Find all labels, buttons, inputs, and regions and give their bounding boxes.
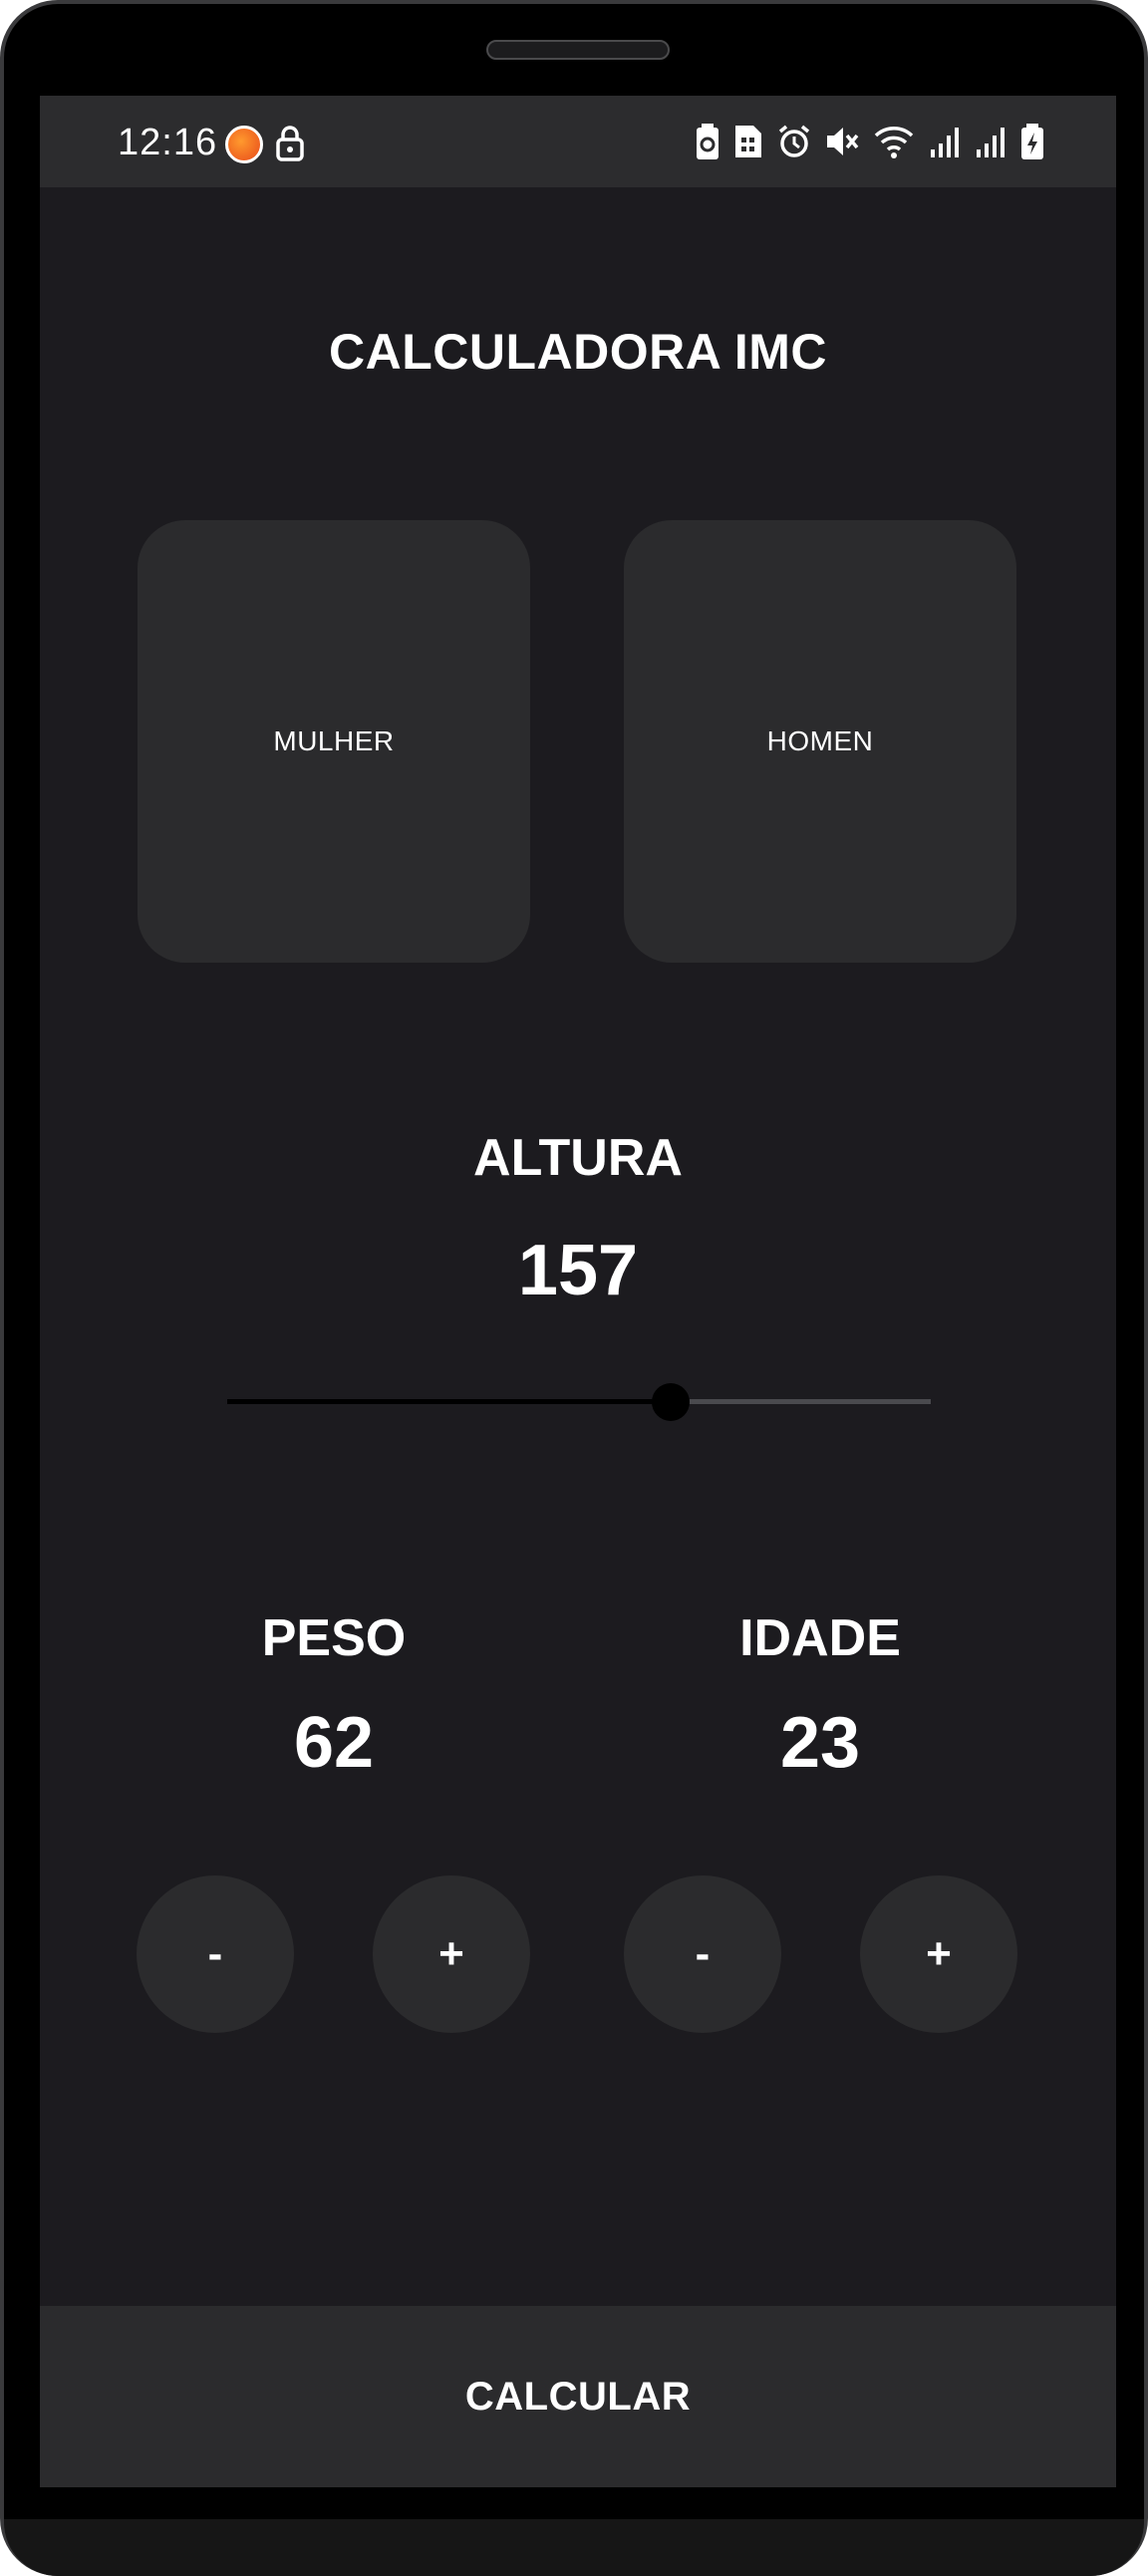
- app-notification-icon: [225, 126, 263, 163]
- slider-thumb[interactable]: [652, 1383, 690, 1421]
- plus-icon: +: [438, 1929, 464, 1978]
- mute-icon: [825, 124, 859, 159]
- male-card[interactable]: HOMEN: [624, 520, 1016, 963]
- height-label: ALTURA: [473, 1129, 683, 1187]
- earpiece-speaker: [486, 40, 670, 60]
- plus-icon: +: [926, 1929, 952, 1978]
- sim-card-icon: [733, 124, 763, 159]
- weight-value: 62: [293, 1703, 375, 1783]
- male-card-label: HOMEN: [766, 725, 874, 756]
- female-card-label: MULHER: [273, 725, 395, 756]
- page-title: CALCULADORA IMC: [328, 324, 828, 380]
- minus-icon: -: [695, 1929, 711, 1978]
- phone-frame: 12:16 CALCULADORA IMC MULHER HOMEN ALTUR…: [0, 0, 1148, 2576]
- status-time: 12:16: [118, 122, 218, 163]
- age-label: IDADE: [739, 1609, 901, 1667]
- age-increment-button[interactable]: +: [860, 1875, 1017, 2033]
- status-bar: 12:16: [40, 96, 1116, 187]
- battery-saver-icon: [696, 124, 719, 159]
- signal-icon: [975, 124, 1006, 159]
- weight-decrement-button[interactable]: -: [137, 1875, 294, 2033]
- lock-icon: [275, 124, 305, 168]
- weight-increment-button[interactable]: +: [373, 1875, 530, 2033]
- app-screen: 12:16 CALCULADORA IMC MULHER HOMEN ALTUR…: [40, 96, 1116, 2487]
- height-value: 157: [517, 1231, 639, 1310]
- height-slider[interactable]: [227, 1381, 931, 1421]
- signal-icon: [929, 124, 961, 159]
- slider-track-active: [227, 1399, 671, 1404]
- age-value: 23: [779, 1703, 861, 1783]
- wifi-icon: [873, 124, 915, 159]
- weight-label: PESO: [261, 1609, 407, 1667]
- minus-icon: -: [207, 1929, 223, 1978]
- battery-charging-icon: [1020, 124, 1044, 159]
- status-icons: [696, 124, 1044, 159]
- calculate-button-label: CALCULAR: [464, 2374, 692, 2419]
- calculate-button[interactable]: CALCULAR: [40, 2306, 1116, 2487]
- female-card[interactable]: MULHER: [138, 520, 530, 963]
- slider-track-inactive: [690, 1399, 931, 1404]
- alarm-icon: [777, 124, 811, 159]
- bottom-bezel: [4, 2519, 1144, 2576]
- age-decrement-button[interactable]: -: [624, 1875, 781, 2033]
